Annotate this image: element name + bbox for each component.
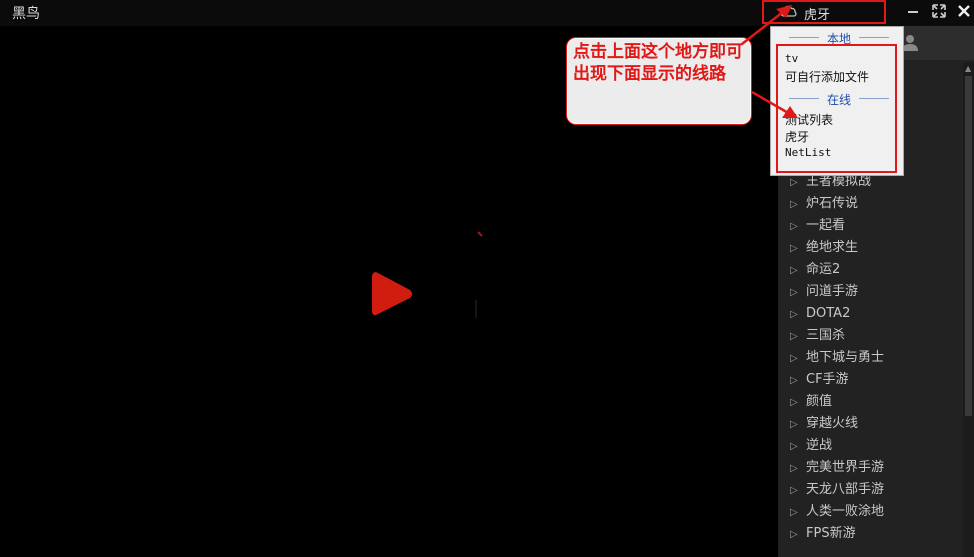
annotation-arrows	[475, 5, 798, 318]
arrow-down	[751, 90, 791, 116]
